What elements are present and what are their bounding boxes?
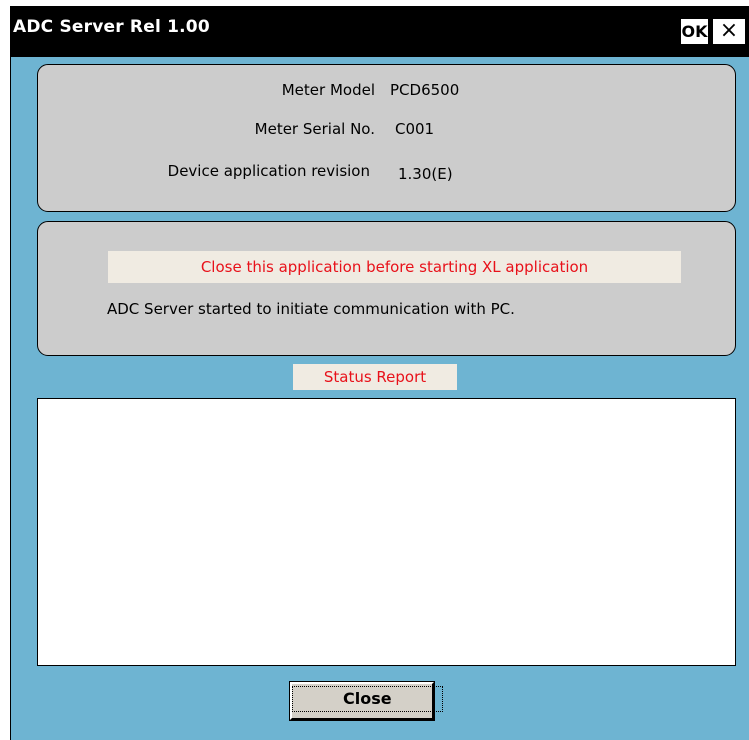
close-button-label: Close xyxy=(292,686,443,712)
message-panel: Close this application before starting X… xyxy=(37,221,736,356)
meter-serial-value: C001 xyxy=(395,120,435,138)
meter-info-panel: Meter Model PCD6500 Meter Serial No. C00… xyxy=(37,64,736,212)
app-window: ADC Server Rel 1.00 OK × Meter Model PCD… xyxy=(10,6,749,740)
ok-button[interactable]: OK xyxy=(681,19,708,44)
revision-label: Device application revision xyxy=(167,162,370,180)
meter-model-value: PCD6500 xyxy=(390,81,460,99)
status-message: ADC Server started to initiate communica… xyxy=(107,300,515,318)
window-title: ADC Server Rel 1.00 xyxy=(13,17,210,37)
close-button[interactable]: Close xyxy=(289,681,443,721)
meter-serial-label: Meter Serial No. xyxy=(254,120,375,138)
meter-model-label: Meter Model xyxy=(281,81,375,99)
warning-message: Close this application before starting X… xyxy=(108,251,681,283)
status-report-label: Status Report xyxy=(293,364,457,390)
close-icon[interactable]: × xyxy=(713,19,745,44)
status-report-box[interactable] xyxy=(37,398,736,666)
revision-value: 1.30(E) xyxy=(398,165,453,183)
title-bar: ADC Server Rel 1.00 OK × xyxy=(11,6,749,57)
